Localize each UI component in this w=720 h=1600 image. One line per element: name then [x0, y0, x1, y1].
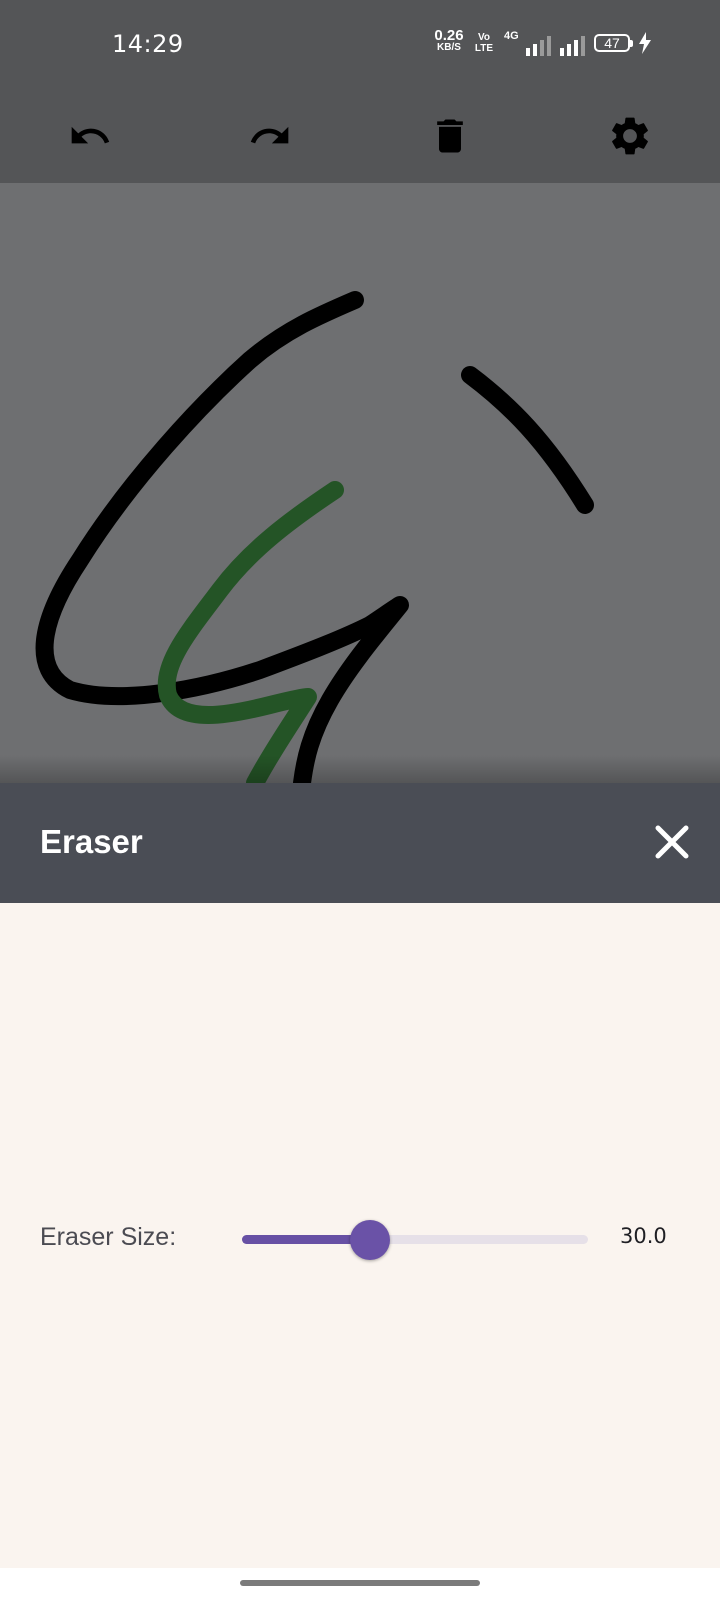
charging-icon [639, 32, 651, 54]
eraser-sheet-header: Eraser [0, 783, 720, 903]
drawing-canvas[interactable] [0, 183, 720, 783]
gear-icon [612, 117, 648, 155]
network-type-label: 4G [504, 30, 519, 42]
trash-icon [437, 119, 463, 153]
settings-button[interactable] [602, 108, 658, 164]
undo-icon [71, 126, 110, 144]
close-icon [655, 825, 689, 859]
eraser-sheet-body: Eraser Size: 30.0 [0, 903, 720, 1568]
eraser-size-label: Eraser Size: [40, 1223, 177, 1251]
home-indicator[interactable] [240, 1580, 480, 1586]
redo-button[interactable] [242, 108, 298, 164]
eraser-size-slider[interactable] [242, 1218, 588, 1262]
signal-icon-sim1 [526, 34, 551, 56]
undo-button[interactable] [62, 108, 118, 164]
status-icons: 0.26 KB/S Vo LTE 4G 47 [432, 27, 662, 60]
sheet-title: Eraser [40, 823, 143, 860]
stroke-black-line [461, 366, 594, 514]
gesture-nav-bar [0, 1568, 720, 1600]
canvas-strokes [35, 291, 594, 783]
signal-icon-sim2 [560, 34, 585, 56]
slider-thumb[interactable] [350, 1220, 391, 1260]
volte-icon: Vo LTE [474, 32, 494, 54]
network-speed-unit: KB/S [437, 42, 461, 53]
battery-icon: 47 [594, 34, 633, 52]
drawing-toolbar [0, 90, 720, 183]
status-bar: 14:29 0.26 KB/S Vo LTE 4G 47 [0, 0, 720, 90]
eraser-size-value: 30.0 [620, 1224, 667, 1248]
sheet-shadow [0, 755, 720, 785]
network-speed-value: 0.26 [434, 27, 464, 44]
status-time: 14:29 [112, 30, 184, 58]
network-speed: 0.26 KB/S [432, 27, 466, 54]
delete-button[interactable] [422, 108, 478, 164]
close-button[interactable] [648, 818, 696, 866]
redo-icon [250, 126, 289, 144]
